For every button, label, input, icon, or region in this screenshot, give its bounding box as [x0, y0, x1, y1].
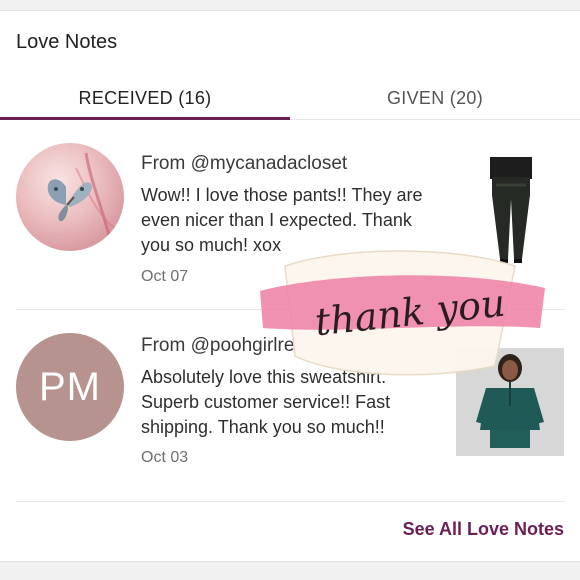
note-date: Oct 07 [141, 268, 189, 285]
note-sender[interactable]: From @poohgirlre [141, 335, 294, 357]
pants-icon [456, 155, 564, 263]
note-date: Oct 03 [141, 449, 189, 466]
divider [16, 501, 565, 502]
note-sender[interactable]: From @mycanadacloset [141, 153, 347, 175]
page-title: Love Notes [16, 31, 118, 53]
tab-bar: RECEIVED (16) GIVEN (20) [0, 77, 580, 120]
butterfly-icon [47, 152, 115, 244]
product-thumbnail[interactable] [456, 348, 564, 456]
product-thumbnail[interactable] [456, 155, 564, 263]
note-message: Absolutely love this sweatshirt. Superb … [141, 367, 391, 437]
tab-given[interactable]: GIVEN (20) [290, 77, 580, 119]
list-item[interactable]: PM From @poohgirlre Absolutely love this… [0, 311, 580, 501]
list-item[interactable]: From @mycanadacloset Wow!! I love those … [0, 121, 580, 309]
tab-received[interactable]: RECEIVED (16) [0, 77, 290, 119]
active-tab-indicator [0, 117, 290, 120]
note-message: Wow!! I love those pants!! They are even… [141, 185, 423, 255]
see-all-love-notes-link[interactable]: See All Love Notes [403, 519, 564, 540]
sweatshirt-icon [456, 348, 564, 456]
love-notes-card: Love Notes RECEIVED (16) GIVEN (20) From… [0, 10, 580, 562]
avatar[interactable] [16, 143, 124, 251]
divider [16, 309, 565, 310]
avatar[interactable]: PM [16, 333, 124, 441]
